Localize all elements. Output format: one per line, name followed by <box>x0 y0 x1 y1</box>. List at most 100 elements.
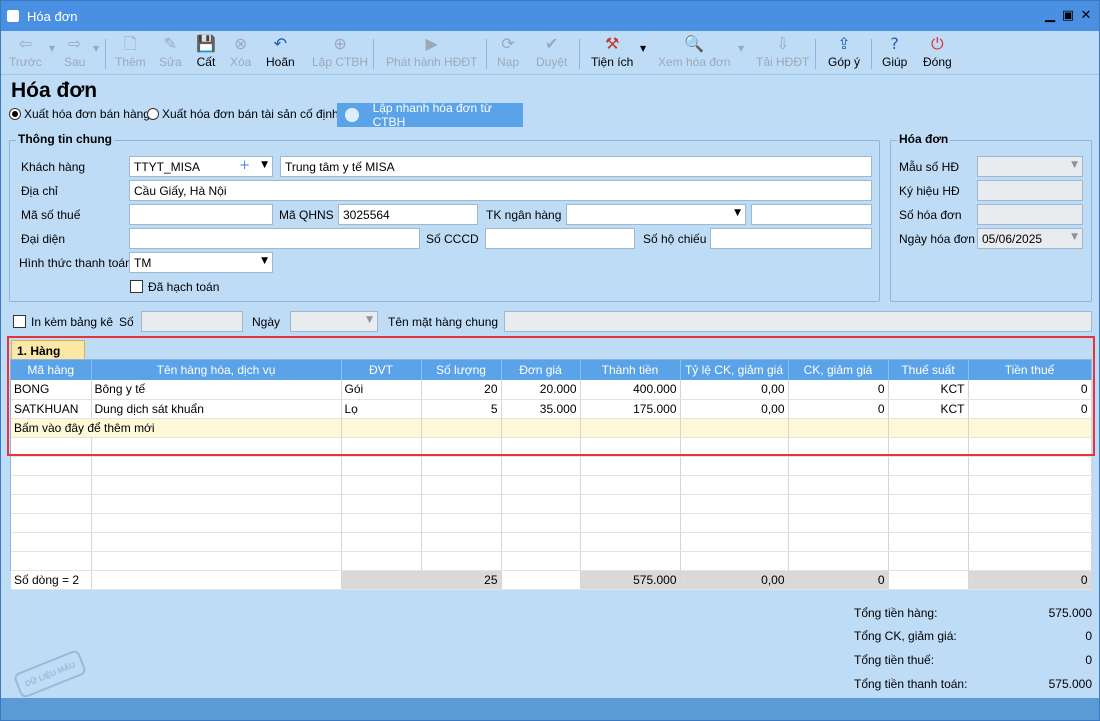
calendar-dropdown-icon[interactable]: ▼ <box>1071 232 1078 242</box>
chevron-down-icon[interactable]: ▼ <box>261 160 268 170</box>
chevron-down-icon[interactable]: ▼ <box>734 208 741 218</box>
invoice-window: Hóa đơn ▁ ▣ ✕ ⇦ Trước ▼ ⇨ Sau ▼ 🗋 Thêm ✎ Sửa… <box>0 0 1100 721</box>
toolbar-separator <box>105 39 106 69</box>
tools-icon: ⚒ <box>604 34 620 53</box>
chevron-down-icon[interactable]: ▼ <box>1071 160 1078 170</box>
common-name-label: Tên mặt hàng chung <box>388 315 499 329</box>
group-title: Hóa đơn <box>897 132 951 146</box>
qhns-label: Mã QHNS <box>279 208 334 222</box>
invoice-number-field[interactable] <box>977 204 1083 225</box>
empty-row[interactable] <box>11 532 1092 552</box>
chevron-down-icon[interactable]: ▼ <box>261 256 268 266</box>
tax-code-field[interactable] <box>129 204 273 225</box>
create-voucher-button[interactable]: ⊕ Lập CTBH <box>312 34 368 72</box>
radio-asset-invoice[interactable]: Xuất hóa đơn bán tài sản cố định <box>147 107 339 121</box>
address-field[interactable]: Cầu Giấy, Hà Nội <box>129 180 872 201</box>
quick-create-button[interactable]: Lập nhanh hóa đơn từ CTBH <box>337 101 523 129</box>
save-button[interactable]: 💾 Cất <box>196 34 216 72</box>
footer-row-count: Số dòng = 2 <box>11 569 92 590</box>
delete-button[interactable]: ⊗ Xóa <box>230 34 251 72</box>
empty-row[interactable] <box>11 494 1092 514</box>
tax-code-label: Mã số thuế <box>21 208 81 222</box>
feedback-button[interactable]: ⇪ Góp ý <box>828 34 860 72</box>
posted-label: Đã hạch toán <box>148 280 220 294</box>
customer-code-combo[interactable]: TTYT_MISA + ▼ <box>129 156 273 177</box>
empty-row[interactable] <box>11 513 1092 533</box>
empty-row[interactable] <box>11 475 1092 495</box>
list-number-label: Số <box>119 315 134 329</box>
create-voucher-icon: ⊕ <box>333 34 347 53</box>
invoice-date-label: Ngày hóa đơn <box>899 232 975 246</box>
add-button[interactable]: 🗋 Thêm <box>115 34 146 72</box>
include-list-checkbox[interactable] <box>13 315 26 328</box>
app-icon <box>7 10 19 22</box>
total-discount: Tổng CK, giảm giá: 0 <box>854 629 1092 643</box>
edit-button[interactable]: ✎ Sửa <box>159 34 182 72</box>
next-button[interactable]: ⇨ Sau <box>64 34 85 72</box>
payment-method-combo[interactable]: TM ▼ <box>129 252 273 273</box>
view-invoice-button[interactable]: 🔍 Xem hóa đơn <box>658 34 731 72</box>
toolbar: ⇦ Trước ▼ ⇨ Sau ▼ 🗋 Thêm ✎ Sửa 💾 Cất ⊗ Xóa ↶ Ho… <box>1 31 1099 75</box>
reload-button[interactable]: ⟳ Nạp <box>497 34 519 72</box>
view-invoice-dropdown-icon[interactable]: ▼ <box>738 44 744 53</box>
total-payment: Tổng tiền thanh toán: 575.000 <box>854 677 1092 691</box>
bank-name-field[interactable] <box>751 204 872 225</box>
next-dropdown-icon[interactable]: ▼ <box>93 44 99 53</box>
posted-checkbox[interactable] <box>130 280 143 293</box>
new-doc-icon: 🗋 <box>123 34 137 53</box>
list-number-field[interactable] <box>141 311 243 332</box>
issue-invoice-button[interactable]: ▶ Phát hành HĐĐT <box>386 34 477 72</box>
undo-icon: ↶ <box>273 34 288 53</box>
help-button[interactable]: ? Giúp <box>882 34 907 72</box>
footer-discount-rate-total: 0,00 <box>680 569 789 590</box>
symbol-field[interactable] <box>977 180 1083 201</box>
invoice-date-field[interactable]: 05/06/2025 ▼ <box>977 228 1083 249</box>
postpone-button[interactable]: ↶ Hoãn <box>266 34 295 72</box>
approve-button[interactable]: ✔ Duyệt <box>536 34 567 72</box>
help-icon: ? <box>890 34 899 53</box>
utilities-button[interactable]: ⚒ Tiện ích <box>591 34 633 72</box>
arrow-left-icon: ⇦ <box>18 34 33 53</box>
footer-qty-total: 25 <box>421 569 502 590</box>
empty-row[interactable] <box>11 456 1092 476</box>
title-bar: Hóa đơn ▁ ▣ ✕ <box>1 1 1099 31</box>
add-icon[interactable]: + <box>239 158 250 173</box>
customer-name-field[interactable]: Trung tâm y tế MISA <box>280 156 872 177</box>
maximize-icon[interactable]: ▣ <box>1059 7 1077 25</box>
page-title: Hóa đơn <box>11 79 98 102</box>
prev-button[interactable]: ⇦ Trước <box>9 34 42 72</box>
status-bar <box>1 698 1099 720</box>
common-name-field[interactable] <box>504 311 1092 332</box>
prev-dropdown-icon[interactable]: ▼ <box>49 44 55 53</box>
download-invoice-button[interactable]: ⇩ Tải HĐĐT <box>756 34 809 72</box>
radio-circle-checked <box>9 108 21 120</box>
utilities-dropdown-icon[interactable]: ▼ <box>640 44 646 53</box>
close-form-button[interactable]: ⏻ Đóng <box>923 34 952 72</box>
include-list-label: In kèm bảng kê <box>31 315 114 329</box>
total-goods: Tổng tiền hàng: 575.000 <box>854 606 1092 620</box>
qhns-field[interactable]: 3025564 <box>338 204 478 225</box>
representative-field[interactable] <box>129 228 420 249</box>
passport-field[interactable] <box>710 228 872 249</box>
close-icon[interactable]: ✕ <box>1077 7 1095 25</box>
toolbar-separator <box>579 39 580 69</box>
minimize-icon[interactable]: ▁ <box>1041 7 1059 25</box>
grid-footer-row: Số dòng = 2 25 575.000 0,00 0 0 <box>11 569 1092 590</box>
arrow-right-icon: ⇨ <box>67 34 82 53</box>
payment-method-label: Hình thức thanh toán <box>19 256 132 270</box>
window-title: Hóa đơn <box>27 8 78 24</box>
issue-invoice-icon: ▶ <box>425 34 438 53</box>
list-date-label: Ngày <box>252 315 281 329</box>
cccd-field[interactable] <box>485 228 635 249</box>
footer-tax-total: 0 <box>968 569 1092 590</box>
template-combo[interactable]: ▼ <box>977 156 1083 177</box>
invoice-number-label: Số hóa đơn <box>899 208 962 222</box>
empty-row[interactable] <box>11 551 1092 571</box>
calendar-dropdown-icon[interactable]: ▼ <box>366 315 373 325</box>
bank-account-combo[interactable]: ▼ <box>566 204 746 225</box>
list-date-field[interactable]: ▼ <box>290 311 378 332</box>
radio-sales-invoice[interactable]: Xuất hóa đơn bán hàng <box>9 107 150 121</box>
sample-data-stamp: DỮ LIỆU MẪU <box>12 648 88 700</box>
passport-label: Số hộ chiếu <box>643 232 707 246</box>
customer-label: Khách hàng <box>21 160 86 174</box>
